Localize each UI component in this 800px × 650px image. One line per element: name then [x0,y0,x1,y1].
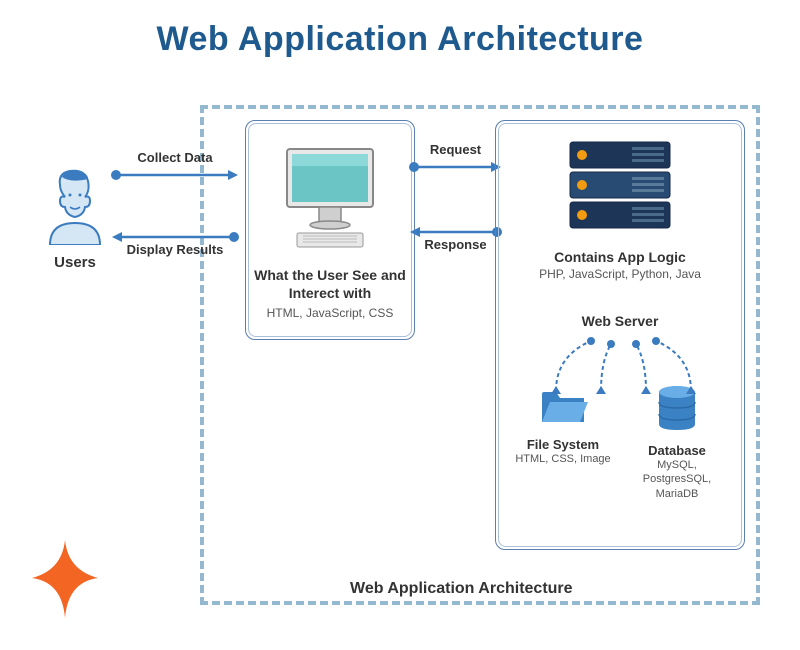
container-caption: Web Application Architecture [350,580,573,598]
storage-row: File System HTML, CSS, Image Database My… [496,384,744,501]
server-rack-icon [560,136,680,236]
client-title: What the User See and Interect with [246,266,414,302]
server-box: Contains App Logic PHP, JavaScript, Pyth… [495,120,745,550]
file-system-title: File System [508,437,617,452]
monitor-icon [275,141,385,251]
page-title: Web Application Architecture [0,0,800,59]
client-sub: HTML, JavaScript, CSS [246,306,414,320]
arrow-label-request: Request [408,142,503,157]
user-block: Users [30,165,120,271]
brand-logo-icon [30,540,100,625]
arrow-label-collect: Collect Data [110,150,240,165]
database-sub: MySQL, PostgresSQL, MariaDB [622,458,731,501]
user-label: Users [30,254,120,271]
client-box: What the User See and Interect with HTML… [245,120,415,340]
user-icon [40,165,110,245]
connector-lines-icon [496,326,746,396]
file-system-sub: HTML, CSS, Image [508,452,617,466]
arrow-label-display: Display Results [110,242,240,257]
file-system-block: File System HTML, CSS, Image [508,384,617,501]
server-sub: PHP, JavaScript, Python, Java [496,267,744,281]
arrow-collect-data: Collect Data [110,168,240,186]
arrow-request: Request [408,160,503,178]
arrow-response: Response [408,225,503,243]
arrow-label-response: Response [408,237,503,252]
database-title: Database [622,443,731,458]
database-block: Database MySQL, PostgresSQL, MariaDB [622,384,731,501]
arrow-display-results: Display Results [110,230,240,248]
server-title: Contains App Logic [496,249,744,265]
